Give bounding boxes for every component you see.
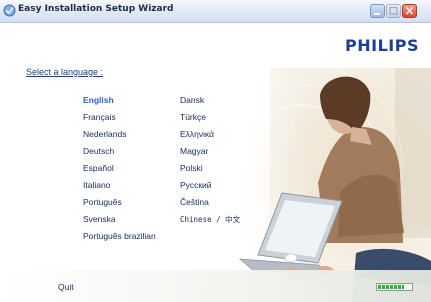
footer-bar: Quit — [0, 270, 431, 302]
language-option-dansk[interactable]: Dansk — [180, 95, 204, 105]
language-option-italiano[interactable]: Italiano — [83, 180, 110, 190]
language-option-turkce[interactable]: Türkçe — [180, 112, 206, 122]
language-option-polski[interactable]: Polski — [180, 163, 203, 173]
quit-button[interactable]: Quit — [58, 282, 74, 292]
close-icon — [405, 6, 414, 15]
language-option-svenska[interactable]: Svenska — [83, 214, 116, 224]
philips-logo: PHILIPS — [345, 36, 419, 55]
setup-wizard-icon — [3, 4, 16, 17]
language-option-greek[interactable]: Ελληνικά — [180, 129, 214, 139]
language-option-portugues-brazilian[interactable]: Português brazilian — [83, 231, 156, 241]
language-option-deutsch[interactable]: Deutsch — [83, 146, 114, 156]
minimize-icon — [374, 13, 380, 15]
language-option-cestina[interactable]: Čeština — [180, 197, 209, 207]
language-option-english[interactable]: English — [83, 95, 114, 105]
window-title: Easy Installation Setup Wizard — [18, 4, 174, 14]
language-option-portugues[interactable]: Português — [83, 197, 122, 207]
language-option-russian[interactable]: Русский — [180, 180, 212, 190]
title-bar[interactable]: Easy Installation Setup Wizard — [0, 0, 431, 23]
language-option-magyar[interactable]: Magyar — [180, 146, 208, 156]
close-button[interactable] — [402, 4, 417, 18]
maximize-button[interactable] — [386, 4, 401, 18]
wizard-content: PHILIPS Select a language : English Fran… — [0, 23, 431, 302]
progress-fill — [378, 285, 405, 289]
language-option-chinese[interactable]: Chinese / 中文 — [180, 214, 240, 225]
select-language-link[interactable]: Select a language : — [26, 67, 103, 77]
language-option-francais[interactable]: Français — [83, 112, 116, 122]
language-option-nederlands[interactable]: Nederlands — [83, 129, 126, 139]
maximize-icon — [389, 6, 398, 15]
woman-with-laptop-image — [200, 53, 431, 302]
language-option-espanol[interactable]: Español — [83, 163, 114, 173]
minimize-button[interactable] — [370, 4, 385, 18]
progress-indicator — [376, 283, 413, 291]
